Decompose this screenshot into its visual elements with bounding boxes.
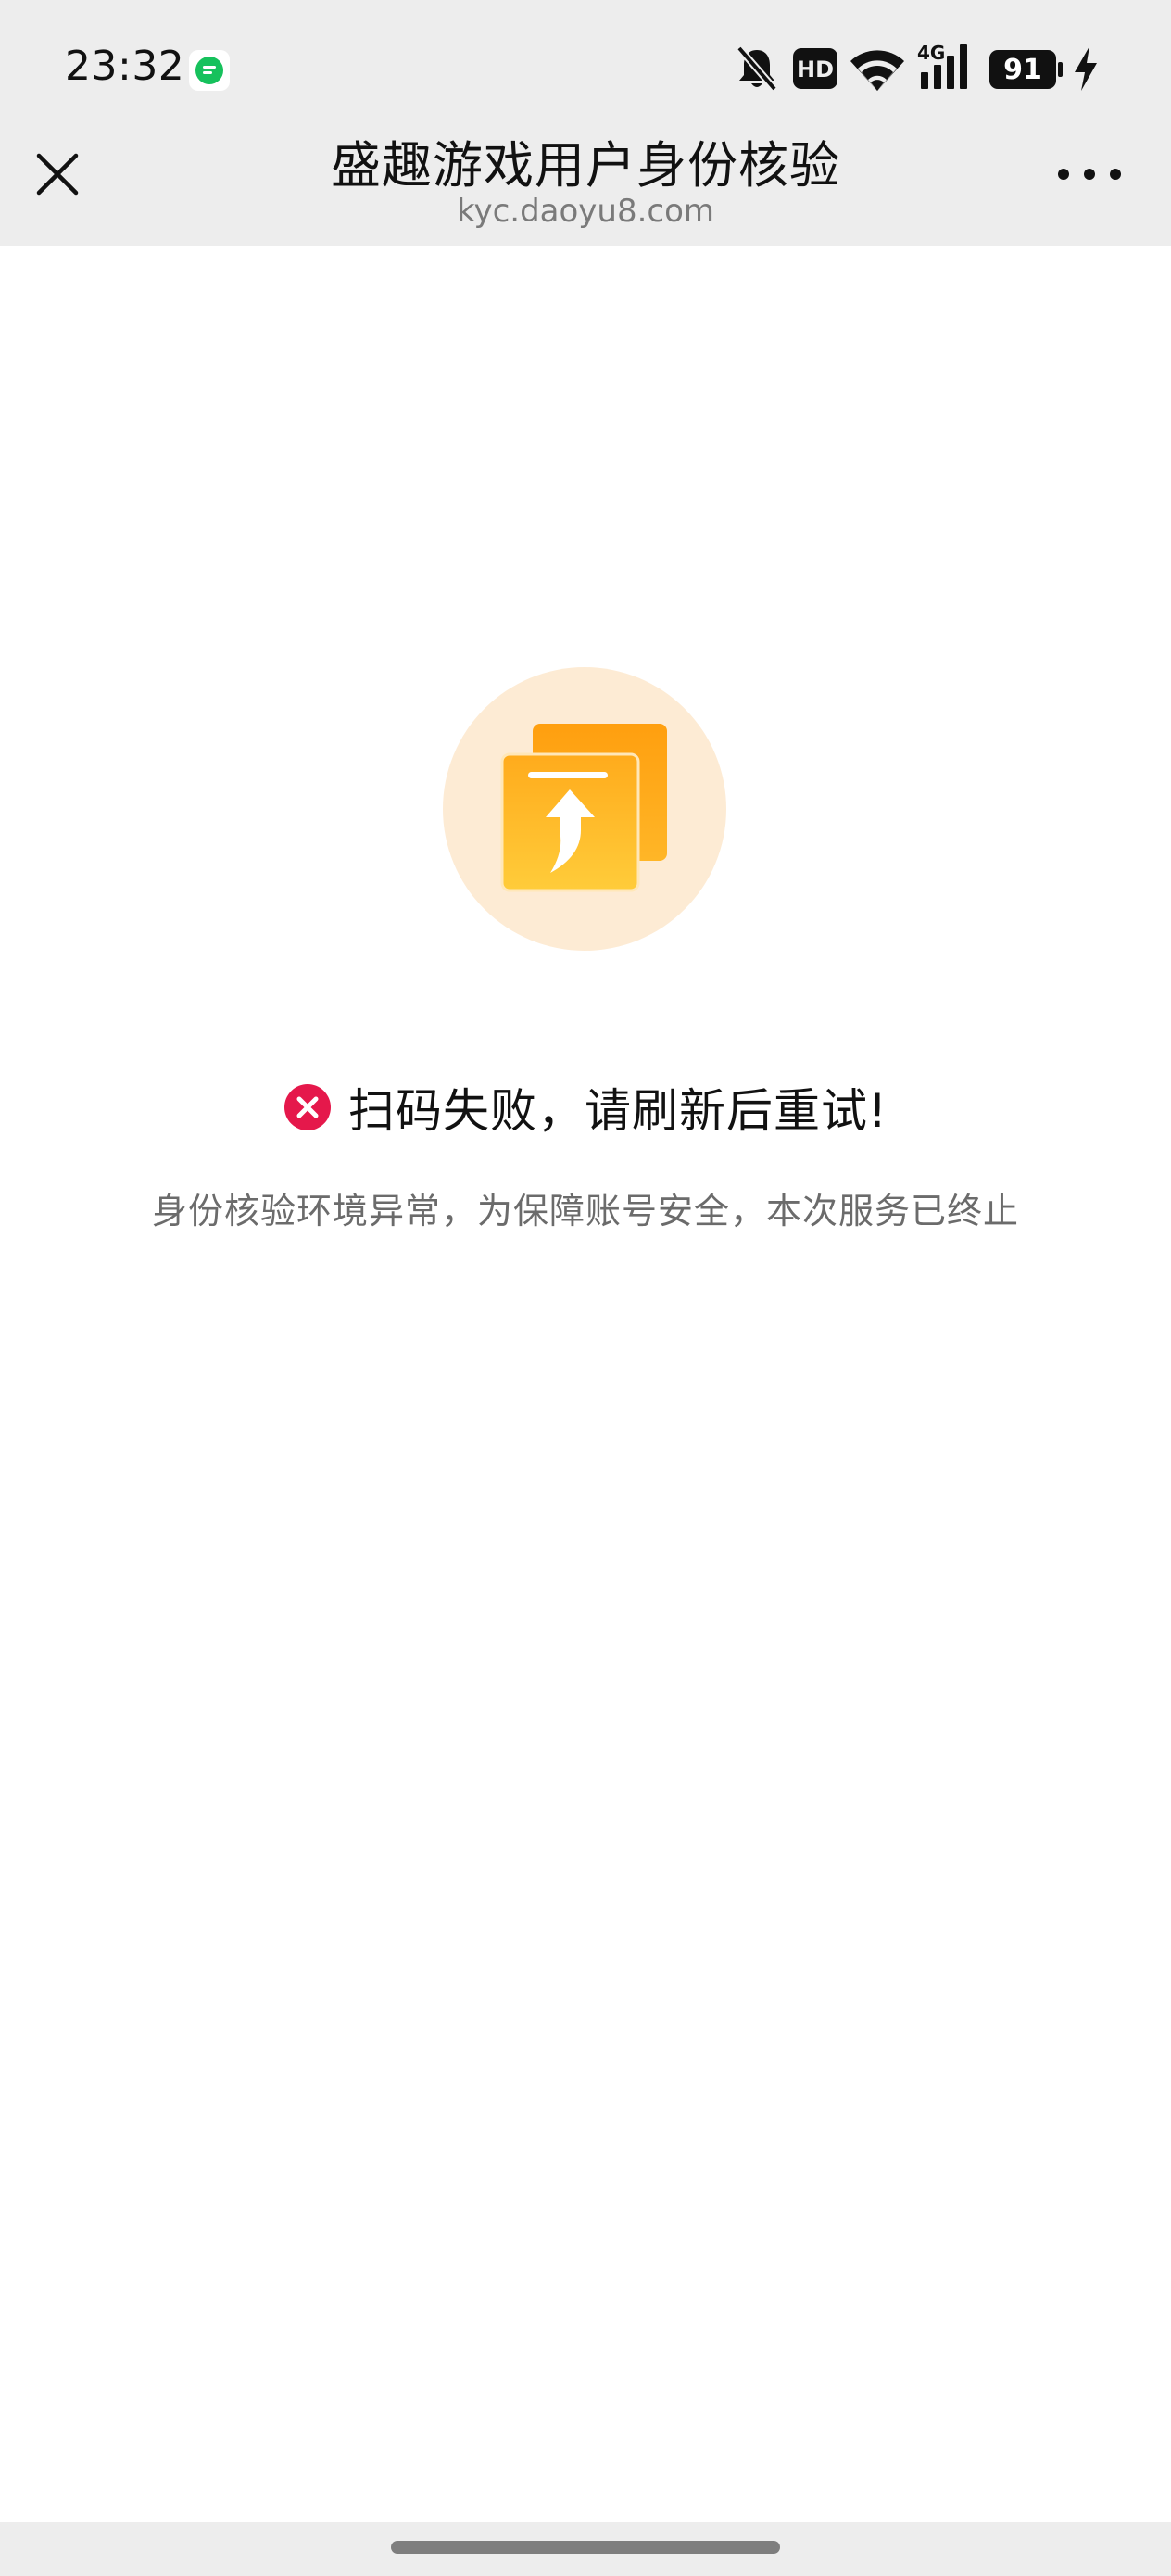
bell-muted-icon [736,45,778,92]
top-chrome: 23:32 HD 4G 91 盛趣游戏用户身份核验 kyc.daoyu8.com [0,0,1171,246]
battery-icon: 91 [989,50,1063,89]
nav-bar: 盛趣游戏用户身份核验 kyc.daoyu8.com [0,111,1171,246]
result-description: 身份核验环境异常，为保障账号安全，本次服务已终止 [151,1191,1019,1231]
svg-text:HD: HD [797,57,834,82]
page-title: 盛趣游戏用户身份核验 [331,136,840,195]
wifi-icon [850,50,904,91]
home-indicator[interactable] [391,2541,780,2554]
4g-signal-icon: 4G [917,42,967,89]
status-time: 23:32 [65,43,185,90]
svg-text:91: 91 [1003,54,1042,86]
message-app-icon [189,50,230,91]
error-icon [283,1084,331,1130]
charging-icon [1075,46,1097,91]
more-icon[interactable] [1056,163,1123,185]
result-title: 扫码失败，请刷新后重试! [347,1084,888,1138]
result-status-row: 扫码失败，请刷新后重试! [0,1075,1171,1140]
svg-text:4G: 4G [917,42,945,64]
hd-icon: HD [793,48,837,89]
upload-document-icon [443,667,726,951]
system-gesture-bar [0,2522,1171,2576]
page-url: kyc.daoyu8.com [456,193,715,230]
